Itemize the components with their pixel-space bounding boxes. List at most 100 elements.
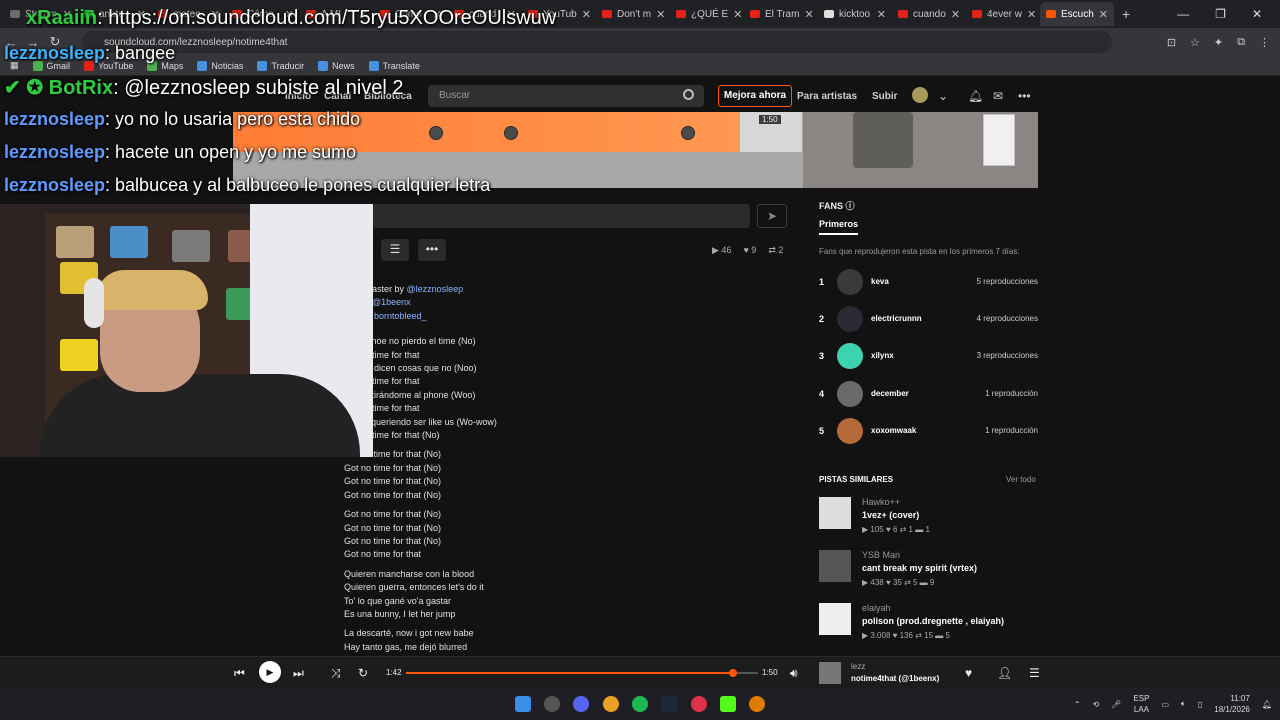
app-icon[interactable] (749, 696, 765, 712)
puzzle-icon[interactable]: ⧉ (1237, 36, 1245, 49)
windows-start-icon[interactable] (515, 696, 531, 712)
fan-row[interactable]: 4 december 1 reproducción (819, 381, 1038, 409)
close-tab-icon[interactable]: ✕ (733, 8, 742, 21)
upgrade-button[interactable]: Mejora ahora (718, 85, 792, 107)
mic-icon[interactable]: 🎤︎ (1111, 700, 1121, 709)
fan-row[interactable]: 3 xilynx 3 reproducciones (819, 343, 1038, 371)
browser-tab[interactable]: El Tram ✕ (744, 2, 818, 26)
close-tab-icon[interactable]: ✕ (285, 8, 294, 21)
similar-track[interactable]: elaiyah polison (prod.dregnette , elaiya… (819, 603, 1038, 651)
menu-icon[interactable]: ⋮ (1259, 36, 1270, 49)
close-tab-icon[interactable]: ✕ (507, 8, 516, 21)
similar-track[interactable]: YSB Mari cant break my spirit (vrtex) ▶ … (819, 550, 1038, 598)
chrome-icon[interactable] (603, 696, 619, 712)
browser-tab[interactable]: cuand ✕ (448, 2, 522, 26)
repeat-icon[interactable]: ↻ (358, 666, 368, 680)
browser-tab[interactable]: Cómo ✕ (374, 2, 448, 26)
close-tab-icon[interactable]: ✕ (1099, 8, 1108, 21)
install-icon[interactable]: ⊡ (1167, 36, 1176, 49)
new-tab-icon[interactable]: + (1122, 6, 1130, 22)
similar-track[interactable]: Hawko++ 1vez+ (cover) ▶ 105 ♥ 6 ⇄ 1 ▬ 1 (819, 497, 1038, 545)
queue-icon[interactable]: ☰ (1029, 666, 1040, 680)
display-icon[interactable]: ▭ (1161, 700, 1169, 709)
close-tab-icon[interactable]: ✕ (656, 8, 665, 21)
see-all-link[interactable]: Ver todo (1006, 475, 1036, 484)
apps-grid-icon[interactable]: ▦ (10, 60, 19, 71)
browser-tab[interactable]: kicktoo ✕ (818, 2, 892, 26)
progress-bar[interactable] (406, 669, 758, 677)
close-tab-icon[interactable]: ✕ (63, 8, 72, 21)
nav-subir[interactable]: Subir (872, 91, 898, 102)
search-icon[interactable] (683, 89, 694, 100)
extension-icon[interactable]: ✦ (1214, 36, 1223, 49)
close-tab-icon[interactable]: ✕ (804, 8, 813, 21)
next-icon[interactable]: ⏭ (293, 666, 304, 681)
bell-icon[interactable]: 🔔︎ (968, 89, 983, 103)
bookmark-youtube[interactable]: YouTube (84, 60, 133, 71)
chevron-down-icon[interactable]: ⌄ (938, 89, 948, 103)
language-indicator[interactable]: ESP LAA (1133, 693, 1149, 715)
bookmark-gmail[interactable]: Gmail (32, 60, 70, 71)
progress-handle[interactable] (729, 669, 738, 677)
browser-tab-active[interactable]: Escuch ✕ (1040, 2, 1114, 26)
search-input[interactable]: Buscar (428, 85, 704, 107)
spotify-icon[interactable] (632, 696, 648, 712)
browser-tab[interactable]: cuando ✕ (892, 2, 966, 26)
comment-input[interactable] (373, 204, 750, 228)
steam-icon[interactable] (661, 696, 677, 712)
shuffle-icon[interactable]: ⤨ (331, 666, 341, 681)
battery-icon[interactable]: ▯ (1198, 700, 1202, 709)
browser-tab[interactable]: ¿QUÉ E ✕ (670, 2, 744, 26)
network-icon[interactable]: ⟲ (1093, 700, 1100, 709)
browser-tab[interactable]: YouTub ✕ (522, 2, 596, 26)
restore-icon[interactable]: ❐ (1215, 7, 1226, 21)
close-tab-icon[interactable]: ✕ (433, 8, 442, 21)
app-icon[interactable] (544, 696, 560, 712)
minimize-icon[interactable]: — (1177, 7, 1189, 21)
close-tab-icon[interactable]: ✕ (951, 8, 960, 21)
close-window-icon[interactable]: ✕ (1252, 7, 1262, 21)
bookmark-news[interactable]: News (318, 60, 355, 71)
mail-icon[interactable]: ✉ (993, 89, 1003, 103)
user-link[interactable]: @1beenx (372, 297, 411, 307)
browser-tab[interactable]: A MI ✕ (300, 2, 374, 26)
chevron-up-icon[interactable]: ⌃ (1074, 700, 1081, 709)
volume-icon[interactable]: 🔊︎ (790, 666, 798, 681)
close-tab-icon[interactable]: ✕ (877, 8, 886, 21)
browser-tab[interactable]: Don't m ✕ (596, 2, 670, 26)
reload-icon[interactable]: ↻ (44, 34, 66, 50)
back-icon[interactable]: ← (0, 35, 22, 50)
speaker-icon[interactable]: 🔈︎ (1181, 699, 1186, 709)
browser-tab[interactable]: Cómo ✕ (226, 2, 300, 26)
like-icon[interactable]: ♥ (965, 666, 972, 680)
fan-row[interactable]: 2 electricrunnn 4 reproducciones (819, 306, 1038, 334)
close-tab-icon[interactable]: ✕ (359, 8, 368, 21)
close-tab-icon[interactable]: ✕ (1027, 8, 1036, 21)
previous-icon[interactable]: ⏮ (234, 666, 245, 681)
info-icon[interactable]: ⓘ (846, 201, 855, 211)
bookmark-traducir[interactable]: Traducir (257, 60, 304, 71)
follow-icon[interactable]: 👤︎ (997, 666, 1012, 680)
bookmark-noticias[interactable]: Noticias (197, 60, 243, 71)
discord-icon[interactable] (573, 696, 589, 712)
browser-tab[interactable]: mateo ✕ (152, 2, 226, 26)
user-link[interactable]: borntobleed_ (374, 311, 427, 321)
fan-row[interactable]: 1 keva 5 reproducciones (819, 269, 1038, 297)
app-icon[interactable] (691, 696, 707, 712)
close-tab-icon[interactable]: ✕ (582, 8, 591, 21)
browser-tab[interactable]: 4ever w ✕ (966, 2, 1040, 26)
fan-row[interactable]: 5 xoxomwaak 1 reproducción (819, 418, 1038, 446)
notification-icon[interactable]: 🔔︎ (1262, 700, 1272, 709)
close-tab-icon[interactable]: ✕ (211, 8, 220, 21)
nav-inicio[interactable]: Inicio (285, 91, 311, 102)
tab-primeros[interactable]: Primeros (819, 219, 859, 235)
clock[interactable]: 11:07 18/1/2026 (1214, 693, 1250, 715)
more-icon[interactable]: ••• (1018, 89, 1031, 103)
user-link[interactable]: @lezznosleep (407, 284, 464, 294)
avatar[interactable] (912, 87, 928, 103)
nav-canal[interactable]: Canal (324, 91, 351, 102)
nav-para-artistas[interactable]: Para artistas (797, 91, 857, 102)
close-tab-icon[interactable]: ✕ (137, 8, 146, 21)
send-icon[interactable]: ➤ (757, 204, 787, 228)
player-user[interactable]: lezz (851, 662, 865, 671)
